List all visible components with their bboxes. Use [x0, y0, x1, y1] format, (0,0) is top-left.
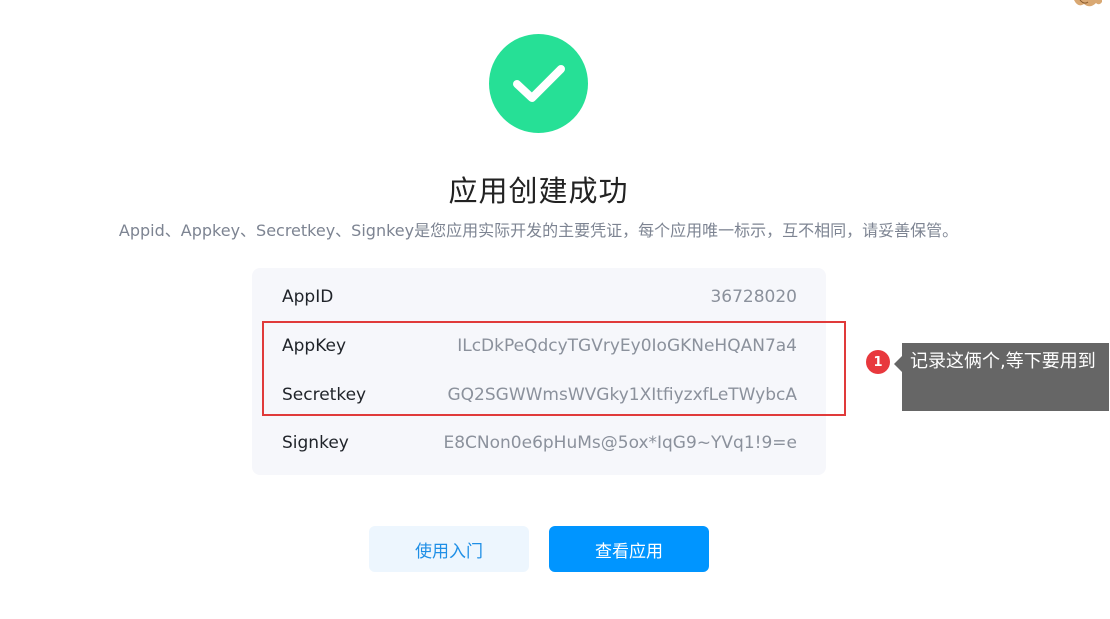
credential-label: Signkey: [282, 433, 349, 453]
annotation-badge: 1: [866, 350, 890, 374]
credential-row-signkey: Signkey E8CNon0e6pHuMs@5ox*IqG9~YVq1!9=e: [282, 431, 797, 455]
page-subtitle: Appid、Appkey、Secretkey、Signkey是您应用实际开发的主…: [118, 221, 959, 240]
tooltip-arrow: [894, 356, 902, 372]
getting-started-button[interactable]: 使用入门: [369, 526, 529, 572]
credential-value: E8CNon0e6pHuMs@5ox*IqG9~YVq1!9=e: [443, 433, 797, 453]
corner-decoration-icon: [1074, 0, 1102, 7]
view-app-button[interactable]: 查看应用: [549, 526, 709, 572]
credential-value: 36728020: [710, 287, 797, 307]
credential-row-appid: AppID 36728020: [282, 285, 797, 309]
success-check-icon: [489, 34, 588, 133]
credential-label: AppID: [282, 287, 334, 307]
app-created-page: 应用创建成功 Appid、Appkey、Secretkey、Signkey是您应…: [0, 0, 1110, 619]
page-title: 应用创建成功: [448, 174, 629, 208]
annotation-highlight-box: [262, 321, 846, 416]
annotation-tooltip: 记录这俩个,等下要用到: [902, 343, 1109, 411]
